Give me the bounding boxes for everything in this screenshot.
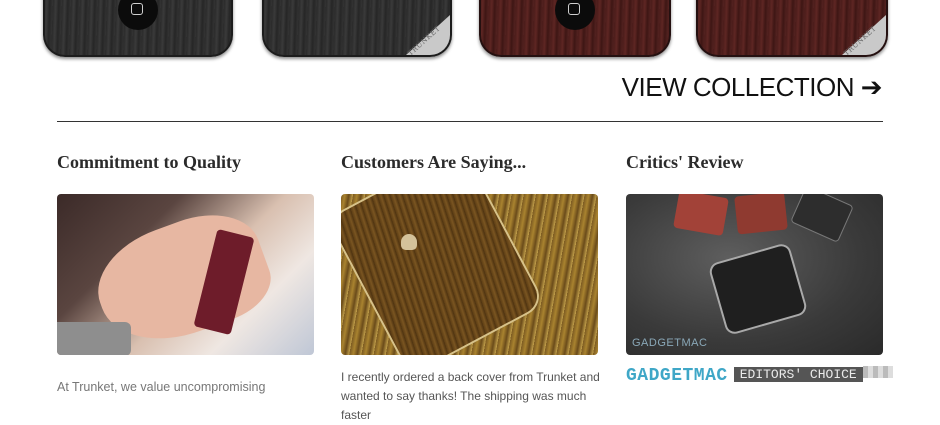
pixel-decoration: [862, 366, 893, 378]
product-phone-dark-2[interactable]: TRUNKET: [262, 0, 452, 57]
column-title-critics: Critics' Review: [626, 152, 744, 172]
dark-phone-shape: [707, 241, 809, 337]
red-cover-shape: [734, 194, 788, 235]
red-cover-shape: [673, 194, 729, 237]
photo-watermark: GADGETMAC: [632, 337, 708, 349]
view-collection-link[interactable]: VIEW COLLECTION ➔: [600, 72, 883, 103]
home-button-icon: [555, 0, 595, 30]
critics-badge-row[interactable]: GADGETMAC EDITORS' CHOICE: [626, 366, 893, 386]
product-phone-red-1[interactable]: [479, 0, 671, 57]
customers-text: I recently ordered a back cover from Tru…: [341, 370, 600, 422]
wood-phone-back-shape: [341, 194, 544, 355]
customers-photo[interactable]: [341, 194, 598, 355]
home-button-icon: [118, 0, 158, 30]
column-title-quality: Commitment to Quality: [57, 152, 241, 172]
section-divider: [57, 121, 883, 122]
watch-shape: [57, 322, 131, 355]
product-phone-red-2[interactable]: TRUNKET: [696, 0, 888, 57]
dark-cover-shape: [790, 194, 854, 243]
product-phone-dark-1[interactable]: [43, 0, 233, 57]
quality-photo[interactable]: [57, 194, 314, 355]
quality-text: At Trunket, we value uncompromising: [57, 380, 266, 394]
critics-photo[interactable]: GADGETMAC: [626, 194, 883, 355]
elephant-logo-icon: [401, 234, 417, 250]
gadgetmac-logo: GADGETMAC: [626, 366, 728, 386]
column-title-customers: Customers Are Saying...: [341, 152, 527, 172]
editors-choice-badge: EDITORS' CHOICE: [733, 367, 863, 382]
